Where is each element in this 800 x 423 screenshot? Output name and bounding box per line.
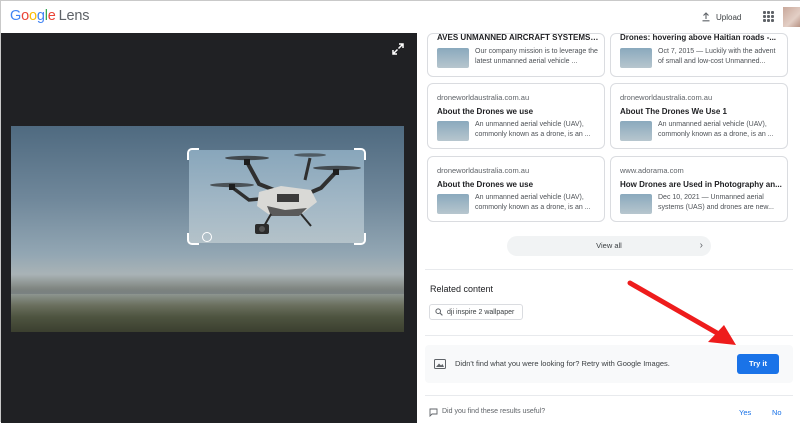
image-viewer [1, 33, 417, 423]
result-title: How Drones are Used in Photography an... [620, 180, 782, 189]
related-chip-label: dji inspire 2 wallpaper [447, 308, 515, 316]
top-bar: Google Lens Upload [1, 1, 800, 33]
result-snippet: An unmanned aerial vehicle (UAV), common… [475, 121, 591, 138]
divider [425, 395, 793, 396]
view-all-label: View all [596, 241, 622, 250]
image-search-icon [434, 359, 446, 369]
result-thumbnail [437, 194, 469, 214]
result-domain: www.adorama.com [620, 166, 684, 175]
feedback-question: Did you find these results useful? [442, 408, 546, 415]
result-title: About the Drones we use [437, 107, 534, 116]
feedback-bar: Did you find these results useful? Yes N… [429, 407, 789, 419]
result-snippet: An unmanned aerial vehicle (UAV), common… [475, 194, 591, 211]
result-thumbnail [437, 121, 469, 141]
result-snippet: Oct 7, 2015 — Luckily with the advent of… [658, 48, 776, 65]
result-card[interactable]: droneworldaustralia.com.au About the Dro… [427, 83, 605, 149]
view-all-button[interactable]: View all › [507, 236, 711, 256]
result-thumbnail [437, 48, 469, 68]
annotation-arrow [627, 280, 736, 345]
result-title: About The Drones We Use 1 [620, 107, 727, 116]
results-panel: AVES UNMANNED AIRCRAFT SYSTEMS L... Our … [417, 33, 800, 423]
upload-icon [702, 12, 710, 22]
drone-image [210, 153, 361, 234]
feedback-yes-button[interactable]: Yes [739, 408, 751, 417]
result-snippet: Our company mission is to leverage the l… [475, 48, 598, 65]
result-domain: droneworldaustralia.com.au [437, 166, 530, 175]
browser-frame: Google Lens Upload AVES UNMANNED AIRCRAF… [0, 0, 800, 423]
google-lens-logo[interactable]: Google Lens [10, 8, 89, 24]
result-thumbnail [620, 121, 652, 141]
result-domain: droneworldaustralia.com.au [437, 93, 530, 102]
crop-selection-box[interactable] [187, 148, 366, 245]
expand-icon[interactable] [391, 42, 405, 56]
result-title: About the Drones we use [437, 180, 534, 189]
divider [425, 269, 793, 270]
upload-label: Upload [716, 12, 742, 22]
result-snippet: An unmanned aerial vehicle (UAV), common… [658, 121, 774, 138]
chevron-right-icon: › [699, 240, 703, 251]
result-snippet: Dec 10, 2021 — Unmanned aerial systems (… [658, 194, 774, 211]
try-it-button[interactable]: Try it [737, 354, 779, 374]
result-thumbnail [620, 194, 652, 214]
result-card[interactable]: Drones: hovering above Haitian roads -..… [610, 33, 788, 77]
feedback-icon [429, 408, 438, 417]
avatar[interactable] [783, 7, 800, 27]
related-search-chip[interactable]: dji inspire 2 wallpaper [429, 304, 524, 320]
result-title: Drones: hovering above Haitian roads -..… [620, 33, 777, 42]
feedback-no-button[interactable]: No [772, 408, 782, 417]
retry-text: Didn't find what you were looking for? R… [455, 359, 670, 368]
result-title: AVES UNMANNED AIRCRAFT SYSTEMS L... [437, 33, 599, 42]
result-domain: droneworldaustralia.com.au [620, 93, 713, 102]
result-card[interactable]: AVES UNMANNED AIRCRAFT SYSTEMS L... Our … [427, 33, 605, 77]
upload-button[interactable]: Upload [701, 10, 741, 24]
related-content-heading: Related content [430, 284, 494, 294]
result-card[interactable]: droneworldaustralia.com.au About the Dro… [427, 156, 605, 222]
result-thumbnail [620, 48, 652, 68]
result-card[interactable]: droneworldaustralia.com.au About The Dro… [610, 83, 788, 149]
visual-match-dot[interactable] [202, 232, 212, 242]
result-card[interactable]: www.adorama.com How Drones are Used in P… [610, 156, 788, 222]
search-icon [435, 308, 443, 316]
apps-grid-icon[interactable] [763, 11, 774, 22]
